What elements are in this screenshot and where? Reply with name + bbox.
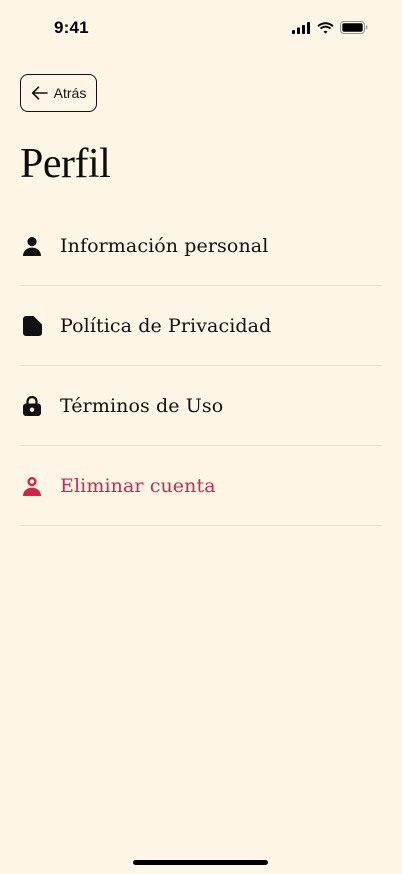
- menu-item-delete-account[interactable]: Eliminar cuenta: [20, 446, 382, 526]
- delete-account-icon: [20, 474, 44, 498]
- menu-item-label: Eliminar cuenta: [60, 474, 216, 497]
- back-button[interactable]: Atrás: [20, 74, 97, 112]
- profile-menu: Información personal Política de Privaci…: [20, 206, 382, 526]
- home-indicator: [133, 860, 268, 865]
- battery-icon: [340, 21, 368, 34]
- status-time: 9:41: [54, 18, 89, 37]
- status-icons: [292, 21, 368, 34]
- page-title: Perfil: [20, 141, 111, 187]
- menu-item-label: Política de Privacidad: [60, 314, 272, 337]
- cellular-signal-icon: [292, 21, 311, 34]
- menu-item-terms-of-use[interactable]: Términos de Uso: [20, 366, 382, 446]
- person-icon: [20, 234, 44, 258]
- wifi-icon: [317, 21, 334, 34]
- menu-item-label: Términos de Uso: [60, 394, 224, 417]
- menu-item-privacy-policy[interactable]: Política de Privacidad: [20, 286, 382, 366]
- status-bar: 9:41: [0, 0, 402, 58]
- menu-item-personal-info[interactable]: Información personal: [20, 206, 382, 286]
- document-icon: [20, 314, 44, 338]
- menu-item-label: Información personal: [60, 234, 269, 257]
- back-button-label: Atrás: [53, 85, 87, 101]
- arrow-left-icon: [31, 86, 48, 100]
- lock-icon: [20, 394, 44, 418]
